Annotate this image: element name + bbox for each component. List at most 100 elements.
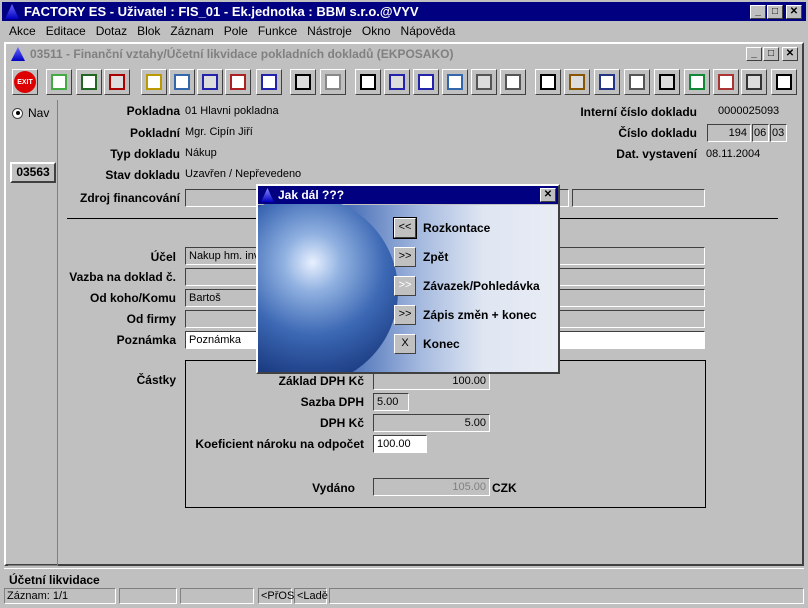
cut-icon: [360, 74, 376, 90]
app-title: FACTORY ES - Uživatel : FIS_01 - Ek.jedn…: [24, 4, 419, 19]
maximize-button[interactable]: □: [767, 5, 783, 19]
menu-9[interactable]: Nápověda: [396, 22, 461, 40]
paste-icon: [418, 74, 434, 90]
close-button[interactable]: ✕: [786, 5, 802, 19]
help-icon: [776, 74, 792, 90]
window-minimize-button[interactable]: _: [746, 47, 762, 61]
status-segment-2: [180, 588, 254, 604]
dialog-option-button-0[interactable]: <<: [393, 217, 417, 239]
calculator-button[interactable]: [535, 69, 561, 95]
menu-8[interactable]: Okno: [357, 22, 396, 40]
print-preview-icon: [325, 74, 341, 90]
menu-5[interactable]: Pole: [219, 22, 253, 40]
excel-button[interactable]: [684, 69, 710, 95]
dialog-option-label-4: Konec: [423, 337, 460, 351]
sort-multi-button[interactable]: [256, 69, 282, 95]
delete-record-button[interactable]: [104, 69, 130, 95]
exit-button[interactable]: EXIT: [12, 69, 38, 95]
dialog-option-label-0: Rozkontace: [423, 221, 491, 235]
cislo-part3[interactable]: 03: [770, 124, 787, 142]
cislo-part2[interactable]: 06: [752, 124, 769, 142]
zaklad-input[interactable]: 100.00: [373, 372, 490, 390]
odfirmy-label: Od firmy: [126, 312, 176, 326]
radio-checked-icon: [12, 107, 23, 119]
sazba-label: Sazba DPH: [300, 395, 364, 409]
print-button[interactable]: [290, 69, 316, 95]
clock-button[interactable]: [624, 69, 650, 95]
koef-label: Koeficient nároku na odpočet: [195, 437, 364, 451]
dialog-title-bar: Jak dál ???: [258, 186, 558, 204]
dialog-option-button-1[interactable]: >>: [394, 247, 416, 267]
menu-3[interactable]: Blok: [132, 22, 165, 40]
query-button[interactable]: [141, 69, 167, 95]
calculator-icon: [540, 74, 556, 90]
dialog-option-label-1: Zpět: [423, 250, 449, 264]
dialog-option-button-2[interactable]: >>: [394, 276, 416, 296]
interni-label: Interní číslo dokladu: [580, 105, 697, 119]
sort-asc-icon: [202, 74, 218, 90]
insert-record-button[interactable]: [46, 69, 72, 95]
typ-value: Nákup: [185, 147, 217, 159]
menu-2[interactable]: Dotaz: [91, 22, 132, 40]
menu-7[interactable]: Nástroje: [302, 22, 357, 40]
stav-value: Uzavřen / Nepřevedeno: [185, 168, 302, 180]
print-preview-button[interactable]: [320, 69, 346, 95]
delete-record-icon: [109, 74, 125, 90]
list-button[interactable]: [741, 69, 767, 95]
chart-button[interactable]: [594, 69, 620, 95]
window-close-button[interactable]: ✕: [782, 47, 798, 61]
menu-bar: Akce Editace Dotaz Blok Záznam Pole Funkce Nást…: [4, 22, 460, 40]
status-segment-3: <PřOS: [258, 588, 294, 604]
window-title: 03511 - Finanční vztahy/Účetní likvidace…: [30, 47, 454, 61]
record-number-button[interactable]: 03563: [10, 162, 56, 183]
exit-icon: EXIT: [14, 71, 36, 93]
sum-button[interactable]: [654, 69, 680, 95]
currency-label: CZK: [492, 481, 517, 495]
cut-button[interactable]: [355, 69, 381, 95]
window-maximize-button[interactable]: □: [763, 47, 779, 61]
dph-label: DPH Kč: [319, 416, 364, 430]
clock-icon: [629, 74, 645, 90]
status-divider: [4, 568, 804, 569]
nav-radio-label: Nav: [28, 106, 50, 120]
interni-value: 0000025093: [718, 105, 780, 117]
paste-button[interactable]: [413, 69, 439, 95]
pokladna-value: 01 Hlavni pokladna: [185, 105, 279, 117]
settings-button[interactable]: [564, 69, 590, 95]
dialog-option-button-3[interactable]: >>: [394, 305, 416, 325]
help-button[interactable]: [771, 69, 797, 95]
execute-query-button[interactable]: [169, 69, 195, 95]
copy-button[interactable]: [384, 69, 410, 95]
menu-1[interactable]: Editace: [41, 22, 91, 40]
cislo-part1[interactable]: 194: [707, 124, 751, 142]
dph-input[interactable]: 5.00: [373, 414, 490, 432]
koef-input[interactable]: 100.00: [373, 435, 427, 453]
export-icon: [718, 74, 734, 90]
dialog-option-label-3: Zápis změn + konec: [423, 308, 537, 322]
sum-icon: [659, 74, 675, 90]
nav-radio[interactable]: Nav: [12, 106, 49, 120]
minimize-button[interactable]: _: [750, 5, 766, 19]
find-button[interactable]: [442, 69, 468, 95]
dialog-option-label-2: Závazek/Pohledávka: [423, 279, 540, 293]
save-button[interactable]: [76, 69, 102, 95]
query-icon: [146, 74, 162, 90]
last-button[interactable]: [500, 69, 526, 95]
window-title-bar: 03511 - Finanční vztahy/Účetní likvidace…: [8, 45, 800, 63]
next-button[interactable]: [471, 69, 497, 95]
sort-asc-button[interactable]: [197, 69, 223, 95]
sort-desc-button[interactable]: [225, 69, 251, 95]
dialog-close-button[interactable]: ✕: [540, 188, 556, 202]
app-icon: [5, 4, 19, 19]
menu-6[interactable]: Funkce: [253, 22, 302, 40]
export-button[interactable]: [713, 69, 739, 95]
sazba-input[interactable]: 5.00: [373, 393, 409, 411]
menu-0[interactable]: Akce: [4, 22, 41, 40]
vydano-label: Vydáno: [312, 481, 355, 495]
zdroj-name-input[interactable]: [572, 189, 705, 207]
status-label: Účetní likvidace: [9, 573, 100, 587]
list-icon: [746, 74, 762, 90]
menu-4[interactable]: Záznam: [165, 22, 218, 40]
dialog-option-button-4[interactable]: X: [394, 334, 416, 354]
last-icon: [505, 74, 521, 90]
